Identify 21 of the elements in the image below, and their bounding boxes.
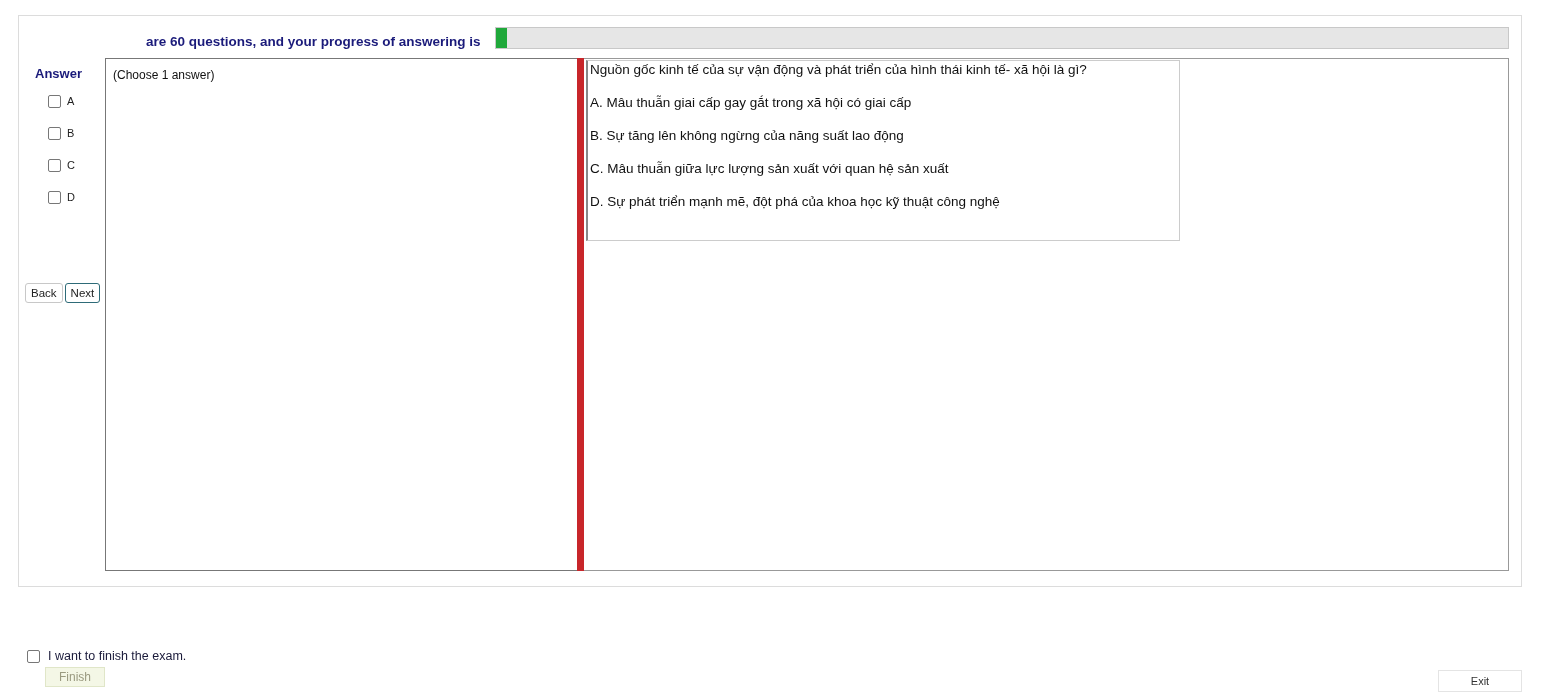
choice-text: A. Mâu thuẫn giai cấp gay gắt trong xã hội có giai cấp bbox=[590, 95, 913, 110]
answer-checkbox[interactable] bbox=[48, 94, 61, 108]
answer-checkbox[interactable] bbox=[48, 190, 61, 204]
option-label: C bbox=[67, 159, 75, 171]
instruction-text: (Choose 1 answer) bbox=[113, 68, 215, 82]
finish-checkbox[interactable] bbox=[27, 649, 40, 663]
choice-text: D. Sự phát triển mạnh mẽ, đột phá của khoa học kỹ thuật công nghệ bbox=[590, 194, 1001, 209]
answer-checkbox[interactable] bbox=[48, 126, 61, 140]
answer-checkbox[interactable] bbox=[48, 158, 61, 172]
answer-title: Answer bbox=[35, 66, 83, 81]
choice-text: C. Mâu thuẫn giữa lực lượng sản xuất với quan hệ sản xuất bbox=[590, 161, 950, 176]
option-label: B bbox=[67, 127, 75, 139]
next-button[interactable]: Next bbox=[64, 283, 101, 303]
option-label: A bbox=[67, 95, 75, 107]
question-text: Nguồn gốc kinh tế của sự vận động và phát triển của hình thái kinh tế- xã hội là gì? bbox=[590, 62, 1088, 77]
choice-text: B. Sự tăng lên không ngừng của năng suất lao động bbox=[590, 128, 905, 143]
exit-button[interactable]: Exit bbox=[1438, 670, 1522, 692]
finish-label: I want to finish the exam. bbox=[48, 649, 187, 663]
progress-caption: are 60 questions, and your progress of answering is bbox=[146, 33, 481, 49]
option-label: D bbox=[67, 191, 75, 203]
back-button[interactable]: Back bbox=[25, 283, 63, 303]
